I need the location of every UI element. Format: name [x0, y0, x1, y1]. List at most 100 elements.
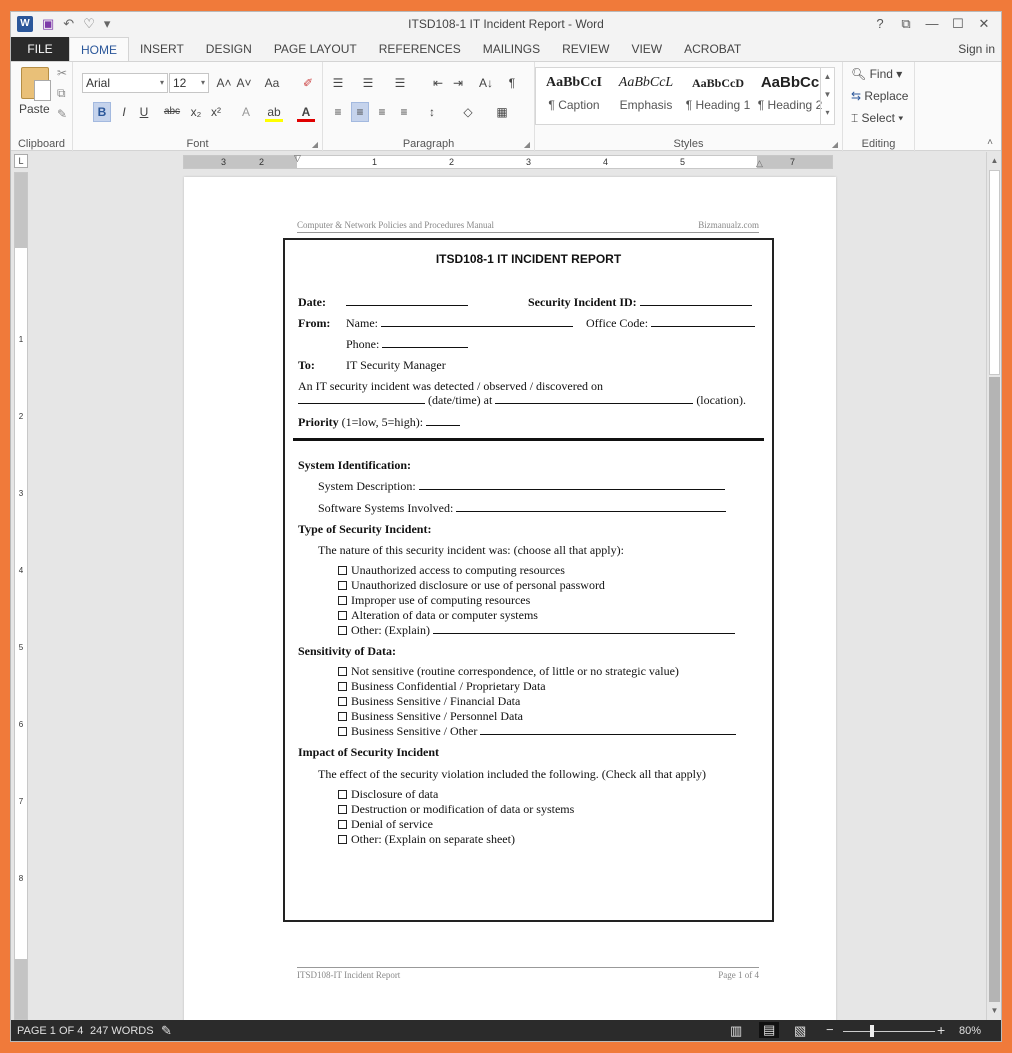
system-description-field[interactable]: [418, 479, 725, 490]
style-heading-1[interactable]: AaBbCcD ¶ Heading 1: [682, 72, 754, 116]
paste-icon[interactable]: [21, 67, 51, 101]
center-button[interactable]: ≡: [351, 102, 369, 122]
sign-in-link[interactable]: Sign in: [958, 37, 995, 61]
impact-option[interactable]: Disclosure of data: [338, 787, 438, 801]
decrease-indent-button[interactable]: ⇤: [429, 73, 447, 93]
minimize-button[interactable]: —: [919, 14, 945, 34]
highlight-button[interactable]: ab: [265, 102, 283, 122]
ribbon-display-options-button[interactable]: ⧉: [893, 14, 919, 34]
subscript-button[interactable]: x₂: [187, 102, 205, 122]
office-code-field[interactable]: [651, 316, 756, 327]
styles-scroll[interactable]: ▲ ▼ ▾: [820, 68, 834, 124]
sensitivity-option[interactable]: Business Sensitive / Other: [338, 724, 737, 738]
print-layout-icon[interactable]: ▤: [759, 1022, 780, 1038]
type-option[interactable]: Unauthorized access to computing resourc…: [338, 563, 565, 577]
paste-button[interactable]: Paste: [19, 102, 50, 116]
zoom-level[interactable]: 80%: [959, 1025, 981, 1037]
tab-home[interactable]: HOME: [69, 37, 129, 61]
tab-selector[interactable]: L: [14, 154, 28, 168]
proofing-icon[interactable]: ✎: [161, 1023, 172, 1039]
sort-button[interactable]: A↓: [477, 73, 495, 93]
impact-option[interactable]: Destruction or modification of data or s…: [338, 802, 574, 816]
datetime-field[interactable]: [298, 393, 425, 404]
tab-design[interactable]: DESIGN: [195, 37, 263, 61]
type-option[interactable]: Unauthorized disclosure or use of person…: [338, 578, 605, 592]
select-button[interactable]: ⌶ Select ▾: [851, 111, 903, 126]
priority-field[interactable]: [426, 415, 461, 426]
zoom-slider-thumb[interactable]: [870, 1025, 874, 1037]
tab-page-layout[interactable]: PAGE LAYOUT: [263, 37, 368, 61]
checkbox[interactable]: [338, 667, 347, 676]
checkbox[interactable]: [338, 611, 347, 620]
horizontal-ruler[interactable]: 3 2 1 2 3 4 5 7 ▽ △: [183, 153, 833, 169]
checkbox[interactable]: [338, 835, 347, 844]
copy-icon[interactable]: ⧉: [57, 86, 66, 101]
sensitivity-option[interactable]: Business Sensitive / Personnel Data: [338, 709, 523, 723]
shading-button[interactable]: ◇: [459, 102, 477, 122]
align-right-button[interactable]: ≡: [373, 102, 391, 122]
find-button[interactable]: 🔍︎ Find ▾: [851, 67, 902, 81]
zoom-slider[interactable]: [843, 1031, 935, 1032]
change-case-button[interactable]: Aa: [263, 73, 281, 93]
font-color-button[interactable]: A: [297, 102, 315, 122]
type-option[interactable]: Other: (Explain): [338, 623, 735, 637]
justify-button[interactable]: ≡: [395, 102, 413, 122]
bullets-button[interactable]: ☰: [329, 73, 347, 93]
close-button[interactable]: ✕: [971, 14, 997, 34]
styles-dialog-launcher-icon[interactable]: ◢: [832, 140, 838, 149]
checkbox[interactable]: [338, 805, 347, 814]
checkbox[interactable]: [338, 566, 347, 575]
date-field[interactable]: [346, 295, 468, 309]
style-heading-2[interactable]: AaBbCc ¶ Heading 2: [754, 72, 826, 116]
superscript-button[interactable]: x²: [207, 102, 225, 122]
checkbox[interactable]: [338, 626, 347, 635]
grow-font-button[interactable]: A˄: [215, 73, 233, 93]
first-line-indent-marker[interactable]: ▽: [294, 153, 301, 164]
numbering-button[interactable]: ☰: [359, 73, 377, 93]
show-formatting-marks-button[interactable]: ¶: [503, 73, 521, 93]
format-painter-icon[interactable]: ✎: [57, 107, 67, 121]
maximize-button[interactable]: ☐: [945, 14, 971, 34]
multilevel-list-button[interactable]: ☰: [391, 73, 409, 93]
align-left-button[interactable]: ≡: [329, 102, 347, 122]
zoom-in-button[interactable]: +: [937, 1022, 945, 1038]
checkbox[interactable]: [338, 581, 347, 590]
tab-mailings[interactable]: MAILINGS: [472, 37, 551, 61]
scroll-thumb[interactable]: [989, 170, 1000, 375]
type-option[interactable]: Alteration of data or computer systems: [338, 608, 538, 622]
paragraph-dialog-launcher-icon[interactable]: ◢: [524, 140, 530, 149]
phone-field[interactable]: [382, 337, 469, 348]
style-caption[interactable]: AaBbCcI ¶ Caption: [538, 72, 610, 116]
impact-option[interactable]: Other: (Explain on separate sheet): [338, 832, 515, 846]
replace-button[interactable]: ⇆ Replace: [851, 89, 908, 103]
chevron-up-icon[interactable]: ▲: [821, 68, 834, 86]
bold-button[interactable]: B: [93, 102, 111, 122]
checkbox[interactable]: [338, 790, 347, 799]
vertical-ruler[interactable]: 1 2 3 4 5 6 7 8: [14, 172, 28, 1020]
sensitivity-option[interactable]: Business Confidential / Proprietary Data: [338, 679, 546, 693]
sensitivity-other-field[interactable]: [480, 724, 737, 735]
more-styles-icon[interactable]: ▾: [821, 104, 834, 122]
font-name-select[interactable]: Arial ▾: [82, 73, 168, 93]
read-mode-icon[interactable]: ▥: [730, 1023, 742, 1039]
increase-indent-button[interactable]: ⇥: [449, 73, 467, 93]
clear-formatting-button[interactable]: ✐: [299, 73, 317, 93]
shrink-font-button[interactable]: A˅: [235, 73, 253, 93]
checkbox[interactable]: [338, 820, 347, 829]
checkbox[interactable]: [338, 682, 347, 691]
tab-acrobat[interactable]: ACROBAT: [673, 37, 752, 61]
checkbox[interactable]: [338, 712, 347, 721]
cut-icon[interactable]: ✂: [57, 66, 67, 80]
collapse-ribbon-icon[interactable]: ˄: [987, 137, 993, 148]
help-button[interactable]: ?: [867, 14, 893, 34]
line-spacing-button[interactable]: ↕: [423, 102, 441, 122]
tab-review[interactable]: REVIEW: [551, 37, 620, 61]
document-page[interactable]: Computer & Network Policies and Procedur…: [184, 177, 836, 1020]
sensitivity-option[interactable]: Not sensitive (routine correspondence, o…: [338, 664, 679, 678]
scroll-track[interactable]: [989, 377, 1000, 1002]
scroll-up-icon[interactable]: ▲: [987, 154, 1001, 168]
font-dialog-launcher-icon[interactable]: ◢: [312, 140, 318, 149]
checkbox[interactable]: [338, 727, 347, 736]
name-field[interactable]: [381, 316, 573, 327]
underline-button[interactable]: U: [135, 102, 153, 122]
